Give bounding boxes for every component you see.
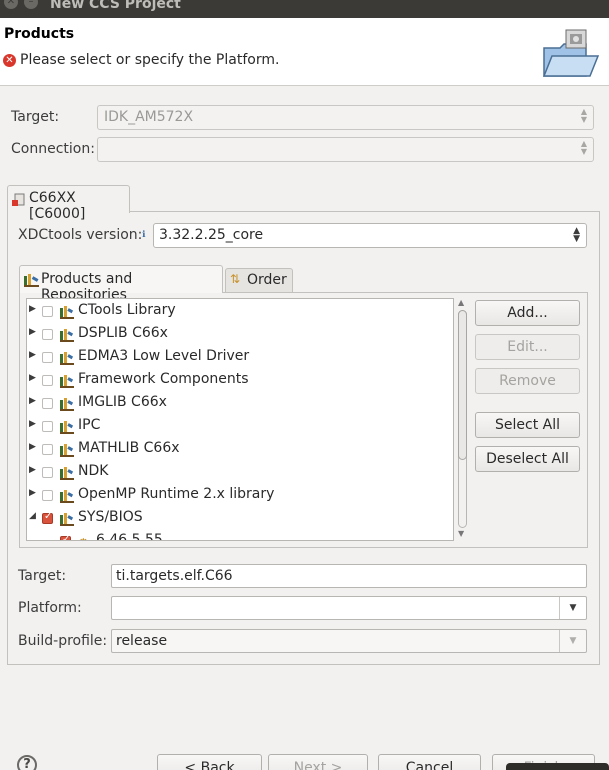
spinner-icon: ▲ ▼ — [573, 226, 580, 244]
platform-combo[interactable]: ▼ — [111, 596, 587, 620]
build-profile-label: Build-profile: — [18, 633, 108, 649]
collapsed-arrow-icon[interactable]: ▶ — [29, 396, 36, 406]
cancel-button[interactable]: Cancel — [378, 754, 481, 770]
checkbox[interactable] — [42, 329, 53, 340]
tree-item[interactable]: ▶ Framework Components — [27, 369, 453, 392]
order-icon: ⇅ — [230, 272, 241, 286]
checkbox[interactable] — [42, 398, 53, 409]
scroll-up-icon[interactable]: ▲ — [458, 298, 464, 307]
tree-scrollbar[interactable]: ▲ ▼ — [456, 298, 469, 541]
product-icon — [60, 351, 74, 365]
checkbox[interactable] — [42, 490, 53, 501]
spinner-icon: ▲ ▼ — [580, 139, 587, 156]
window-title: New CCS Project — [50, 0, 181, 12]
build-profile-combo[interactable]: release ▼ — [111, 629, 587, 653]
collapsed-arrow-icon[interactable]: ▶ — [29, 373, 36, 383]
books-icon — [24, 274, 39, 287]
back-button[interactable]: < Back — [157, 754, 262, 770]
build-target-input[interactable]: ti.targets.elf.C66 — [111, 564, 587, 588]
tree-item[interactable]: ▶ IPC — [27, 415, 453, 438]
product-icon — [60, 489, 74, 503]
build-target-label: Target: — [18, 568, 67, 584]
collapsed-arrow-icon[interactable]: ▶ — [29, 419, 36, 429]
tree-item[interactable]: ▶ CTools Library — [27, 300, 453, 323]
checkbox[interactable] — [42, 467, 53, 478]
page-title: Products — [4, 26, 75, 42]
next-button[interactable]: Next > — [268, 754, 368, 770]
checkbox[interactable] — [42, 511, 53, 524]
chevron-down-icon[interactable]: ▼ — [559, 597, 586, 619]
product-icon — [60, 443, 74, 457]
scroll-thumb[interactable] — [458, 310, 467, 460]
add-button[interactable]: Add... — [475, 300, 580, 326]
xdctools-combo[interactable]: 3.32.2.25_core ▲ ▼ — [153, 223, 587, 248]
device-icon — [12, 193, 25, 206]
collapsed-arrow-icon[interactable]: ▶ — [29, 304, 36, 314]
checkbox[interactable] — [42, 444, 53, 455]
chevron-down-icon[interactable]: ▼ — [559, 630, 586, 652]
scroll-down-icon[interactable]: ▼ — [458, 529, 464, 538]
checkbox[interactable] — [42, 421, 53, 432]
info-icon: ℹ — [142, 230, 146, 240]
product-icon — [60, 512, 74, 526]
tab-device[interactable]: C66XX [C6000] — [7, 185, 130, 222]
error-icon: ✕ — [3, 54, 16, 67]
collapsed-arrow-icon[interactable]: ▶ — [29, 465, 36, 475]
product-icon — [60, 466, 74, 480]
product-icon — [60, 328, 74, 342]
connection-combo[interactable]: ▲ ▼ — [97, 137, 594, 162]
tree-item[interactable]: ▶ DSPLIB C66x — [27, 323, 453, 346]
minimize-icon[interactable]: – — [24, 0, 38, 9]
title-bar: ✕ – New CCS Project — [0, 0, 609, 18]
panel-edge — [506, 763, 609, 770]
product-icon — [60, 397, 74, 411]
tree-item[interactable]: ▶ NDK — [27, 461, 453, 484]
select-all-button[interactable]: Select All — [475, 412, 580, 438]
spinner-icon: ▲ ▼ — [580, 107, 587, 124]
tree-item[interactable]: ▶ MATHLIB C66x — [27, 438, 453, 461]
tab-products-repositories[interactable]: Products and Repositories — [19, 265, 223, 303]
product-icon: ⚙ — [78, 535, 92, 540]
edit-button[interactable]: Edit... — [475, 334, 580, 360]
tree-item[interactable]: ▶ EDMA3 Low Level Driver — [27, 346, 453, 369]
checkbox[interactable] — [60, 534, 71, 540]
tree-item[interactable]: ▶ IMGLIB C66x — [27, 392, 453, 415]
platform-label: Platform: — [18, 600, 82, 616]
expanded-arrow-icon[interactable]: ◢ — [29, 511, 36, 521]
wizard-banner: Products ✕ Please select or specify the … — [0, 18, 609, 86]
error-message: Please select or specify the Platform. — [20, 52, 280, 68]
checkbox[interactable] — [42, 352, 53, 363]
target-combo[interactable]: IDK_AM572X ▲ ▼ — [97, 105, 594, 130]
deselect-all-button[interactable]: Deselect All — [475, 446, 580, 472]
checkbox[interactable] — [42, 306, 53, 317]
close-icon[interactable]: ✕ — [4, 0, 18, 9]
collapsed-arrow-icon[interactable]: ▶ — [29, 442, 36, 452]
tree-item[interactable]: ◢SYS/BIOS — [27, 507, 453, 530]
folder-wizard-icon — [542, 29, 600, 77]
products-tree[interactable]: ▶ CTools Library ▶ DSPLIB C66x ▶ EDMA3 Low Le… — [26, 298, 454, 541]
product-icon — [60, 420, 74, 434]
xdctools-label: XDCtools version: — [18, 227, 143, 243]
collapsed-arrow-icon[interactable]: ▶ — [29, 488, 36, 498]
product-icon — [60, 305, 74, 319]
tree-item[interactable]: ⚙6.46.5.55 — [27, 530, 453, 540]
collapsed-arrow-icon[interactable]: ▶ — [29, 350, 36, 360]
product-icon — [60, 374, 74, 388]
tree-item[interactable]: ▶ OpenMP Runtime 2.x library — [27, 484, 453, 507]
remove-button[interactable]: Remove — [475, 368, 580, 394]
connection-label: Connection: — [11, 141, 95, 157]
collapsed-arrow-icon[interactable]: ▶ — [29, 327, 36, 337]
help-icon[interactable]: ? — [17, 755, 37, 770]
target-label: Target: — [11, 109, 60, 125]
checkbox[interactable] — [42, 375, 53, 386]
tab-order[interactable]: ⇅ Order — [225, 268, 293, 292]
